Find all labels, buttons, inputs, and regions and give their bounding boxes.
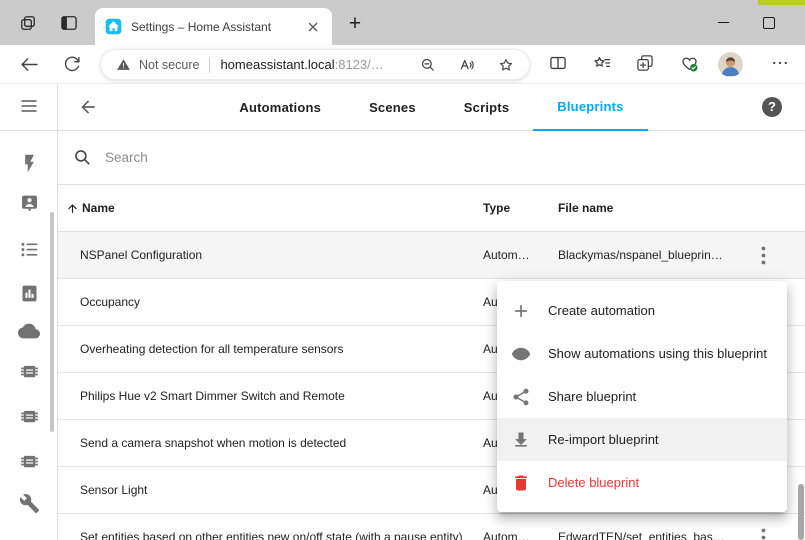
profile-avatar[interactable] — [718, 52, 743, 77]
search-input[interactable] — [103, 149, 507, 166]
tab-scenes[interactable]: Scenes — [345, 84, 440, 131]
search-bar — [58, 131, 805, 185]
settings-tabs: Automations Scenes Scripts Blueprints — [58, 84, 805, 131]
minimize-icon — [718, 22, 729, 23]
menu-item-create-automation[interactable]: Create automation — [497, 289, 787, 332]
blueprints-panel: Automations Scenes Scripts Blueprints ? — [58, 84, 805, 540]
sidebar-item-energy-icon[interactable] — [17, 151, 41, 175]
workspaces-icon[interactable] — [18, 13, 38, 33]
trash-icon — [511, 473, 531, 493]
split-screen-icon[interactable] — [548, 53, 568, 73]
search-icon — [73, 148, 92, 167]
content-scrollbar[interactable] — [798, 484, 804, 540]
sidebar-item-tools-icon[interactable] — [17, 491, 41, 515]
sort-ascending-icon — [66, 202, 79, 215]
menu-item-reimport-blueprint[interactable]: Re-import blueprint — [497, 418, 787, 461]
table-row[interactable]: NSPanel Configuration Autom… Blackymas/n… — [58, 232, 805, 279]
sidebar-menu-icon[interactable] — [17, 94, 41, 118]
tab-automations[interactable]: Automations — [215, 84, 345, 131]
tab-title: Settings – Home Assistant — [131, 20, 304, 34]
browser-more-icon[interactable] — [770, 53, 790, 73]
home-assistant-favicon — [105, 18, 122, 35]
blueprint-context-menu: Create automation Show automations using… — [497, 281, 787, 512]
browser-toolbar: Not secure homeassistant.local:8123/… — [0, 45, 805, 84]
not-secure-label: Not secure — [139, 58, 199, 72]
help-icon[interactable]: ? — [762, 97, 782, 117]
browser-tab[interactable]: Settings – Home Assistant — [95, 8, 332, 45]
tab-close-icon[interactable] — [304, 18, 322, 36]
sidebar-item-list-icon[interactable] — [17, 237, 41, 261]
sidebar-divider — [0, 130, 57, 131]
minimize-button[interactable] — [700, 0, 746, 45]
column-header-name[interactable]: Name — [58, 201, 483, 215]
vertical-tabs-icon[interactable] — [59, 13, 79, 33]
not-secure-warning-icon — [116, 57, 131, 72]
download-icon — [511, 430, 531, 450]
tab-scripts[interactable]: Scripts — [440, 84, 533, 131]
new-tab-button[interactable]: + — [341, 11, 369, 37]
row-overflow-menu-icon[interactable] — [756, 527, 770, 540]
read-aloud-icon[interactable] — [458, 56, 476, 74]
collections-icon[interactable] — [635, 53, 655, 73]
sidebar-scrollbar[interactable] — [50, 212, 54, 432]
refresh-icon[interactable] — [62, 54, 82, 74]
sidebar-item-chip-3-icon[interactable] — [17, 449, 41, 473]
browser-essentials-icon[interactable] — [679, 53, 700, 74]
favorites-list-icon[interactable] — [592, 53, 612, 73]
window-controls — [700, 0, 792, 45]
browser-titlebar: Settings – Home Assistant + — [0, 0, 805, 45]
table-header: Name Type File name — [58, 185, 805, 232]
settings-header: Automations Scenes Scripts Blueprints ? — [58, 84, 805, 131]
menu-item-share-blueprint[interactable]: Share blueprint — [497, 375, 787, 418]
eye-icon — [511, 344, 531, 364]
row-overflow-menu-icon[interactable] — [756, 245, 770, 265]
maximize-button[interactable] — [746, 0, 792, 45]
favorite-star-icon[interactable] — [497, 56, 515, 74]
browser-back-icon[interactable] — [19, 54, 40, 75]
sidebar-item-analytics-icon[interactable] — [17, 281, 41, 305]
menu-item-show-automations[interactable]: Show automations using this blueprint — [497, 332, 787, 375]
column-header-file[interactable]: File name — [558, 201, 757, 215]
sidebar-item-voice-assistant-icon[interactable] — [17, 191, 41, 215]
menu-item-delete-blueprint[interactable]: Delete blueprint — [497, 461, 787, 504]
column-header-type[interactable]: Type — [483, 201, 558, 215]
url-text: homeassistant.local:8123/… — [220, 57, 383, 72]
page-content: Automations Scenes Scripts Blueprints ? — [0, 84, 805, 540]
address-divider — [209, 57, 210, 73]
zoom-out-icon[interactable] — [419, 56, 437, 74]
sidebar-item-chip-1-icon[interactable] — [17, 359, 41, 383]
tab-blueprints[interactable]: Blueprints — [533, 84, 647, 131]
sidebar-item-chip-2-icon[interactable] — [17, 404, 41, 428]
address-bar[interactable]: Not secure homeassistant.local:8123/… — [100, 49, 530, 80]
browser-window: Settings – Home Assistant + — [0, 0, 805, 540]
share-icon — [511, 387, 531, 407]
table-row[interactable]: Set entities based on other entities new… — [58, 514, 805, 540]
maximize-icon — [763, 17, 775, 29]
sidebar — [0, 84, 58, 540]
plus-icon — [511, 301, 531, 321]
sidebar-item-cloud-icon[interactable] — [17, 319, 41, 343]
